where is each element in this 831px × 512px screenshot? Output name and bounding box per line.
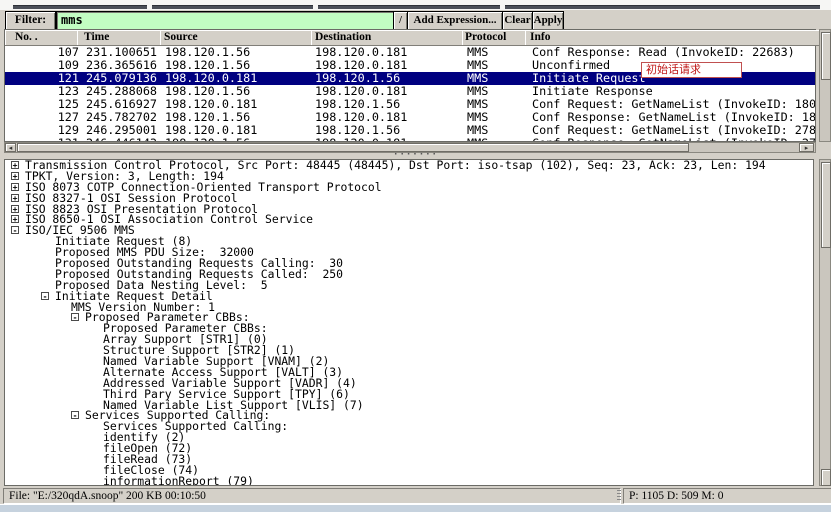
expander-plus-icon[interactable]: +	[11, 172, 19, 180]
expander-minus-icon[interactable]: -	[71, 411, 79, 419]
ethereal-capture-window: Filter: mms / Add Expression... Clear Ap…	[0, 0, 831, 512]
detail-vscrollbar-end[interactable]	[821, 469, 831, 486]
packet-list-vscrollbar-thumb[interactable]	[821, 32, 831, 80]
expander-minus-icon[interactable]: -	[71, 313, 79, 321]
add-expression-button[interactable]: Add Expression...	[407, 11, 503, 31]
filter-button[interactable]: Filter:	[5, 11, 56, 31]
expander-plus-icon[interactable]: +	[11, 183, 19, 191]
expander-plus-icon[interactable]: +	[11, 215, 19, 223]
packet-cell-time: 246.446143	[86, 137, 157, 141]
scroll-right-icon[interactable]: ▸	[799, 143, 814, 152]
column-header-destination[interactable]: Destination	[311, 30, 467, 46]
toolbar-edge-segment	[318, 5, 500, 9]
column-header-protocol[interactable]: Protocol	[462, 30, 529, 46]
protocol-detail-pane: +Transmission Control Protocol, Src Port…	[4, 159, 814, 486]
scroll-left-icon[interactable]: ◂	[5, 143, 16, 152]
packet-list-header: No. .TimeSourceDestinationProtocolInfo	[5, 30, 815, 46]
status-packet-counts: P: 1105 D: 509 M: 0	[623, 488, 831, 504]
toolbar-edge-segment	[505, 5, 820, 9]
packet-cell-protocol: MMS	[467, 137, 488, 141]
packet-cell-info: Conf Response: GetNameList (InvokeID: 27…	[532, 137, 815, 141]
expander-minus-icon[interactable]: -	[11, 226, 19, 234]
clear-button[interactable]: Clear	[502, 11, 533, 31]
toolbar-edge	[0, 0, 831, 10]
detail-tree: +Transmission Control Protocol, Src Port…	[5, 160, 813, 486]
expander-minus-icon[interactable]: -	[41, 292, 49, 300]
expander-plus-icon[interactable]: +	[11, 194, 19, 202]
detail-tree-line[interactable]: informationReport (79)	[5, 476, 813, 486]
packet-list-vscrollbar[interactable]	[819, 29, 831, 142]
column-header-info[interactable]: Info	[525, 30, 822, 46]
packet-row[interactable]: 131 246.446143 198.120.1.56 198.120.0.181 MM…	[5, 137, 815, 141]
status-bar: File: "E:/320qdA.snoop" 200 KB 00:10:50 …	[0, 487, 831, 504]
packet-list-hscrollbar-thumb[interactable]	[17, 143, 689, 152]
detail-line-text: informationReport (79)	[103, 474, 254, 486]
column-header-no[interactable]: No. .	[5, 30, 88, 46]
apply-button[interactable]: Apply	[532, 11, 564, 31]
status-file-info: File: "E:/320qdA.snoop" 200 KB 00:10:50	[3, 488, 621, 504]
packet-list-pane: No. .TimeSourceDestinationProtocolInfo 1…	[4, 29, 816, 142]
packet-cell-destination: 198.120.0.181	[315, 137, 407, 141]
filter-syntax-button[interactable]: /	[393, 11, 408, 31]
packet-cell-source: 198.120.1.56	[165, 137, 250, 141]
status-grip[interactable]	[617, 490, 621, 502]
packet-rows: 107231.100651198.120.1.56198.120.0.181MM…	[5, 46, 815, 141]
expander-plus-icon[interactable]: +	[11, 205, 19, 213]
window-bottom-edge	[0, 504, 831, 512]
column-header-source[interactable]: Source	[160, 30, 316, 46]
toolbar-edge-segment	[152, 5, 313, 9]
expander-plus-icon[interactable]: +	[11, 161, 19, 169]
detail-vscrollbar[interactable]	[819, 159, 831, 486]
detail-vscrollbar-thumb[interactable]	[821, 162, 831, 248]
annotation-callout: 初始话请求	[641, 62, 742, 78]
column-header-time[interactable]: Time	[77, 30, 168, 46]
toolbar-edge-segment	[13, 5, 147, 9]
packet-cell-no: 131	[5, 137, 79, 141]
filter-input[interactable]: mms	[56, 11, 398, 31]
